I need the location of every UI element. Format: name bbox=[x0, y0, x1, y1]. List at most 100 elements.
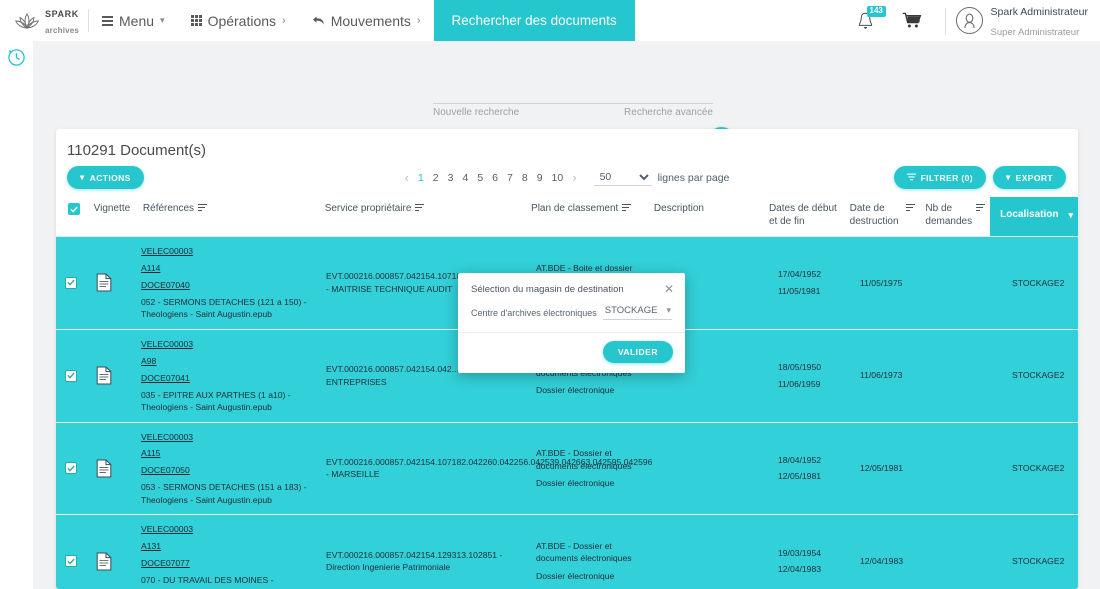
pagination-page-7[interactable]: 7 bbox=[507, 172, 513, 184]
column-header-references[interactable]: Références bbox=[138, 197, 320, 236]
column-header-localisation[interactable]: Localisation ▾ bbox=[990, 197, 1078, 236]
grid-icon bbox=[190, 15, 202, 26]
row-checkbox[interactable] bbox=[65, 462, 77, 475]
chevron-right-icon: › bbox=[282, 14, 286, 27]
nav-item-operations-label: Opérations bbox=[207, 12, 277, 29]
export-button-label: EXPORT bbox=[1015, 172, 1053, 183]
notification-count-badge: 143 bbox=[866, 6, 886, 17]
reference-link-3[interactable]: DOCE07077 bbox=[141, 557, 316, 569]
row-thumbnail-cell bbox=[86, 330, 136, 422]
history-button[interactable] bbox=[0, 41, 33, 74]
select-all-checkbox[interactable] bbox=[67, 203, 80, 215]
row-dates-cell: 18/05/1950 11/06/1959 bbox=[773, 330, 855, 422]
table-row[interactable]: VELEC00003 A131 DOCE07077 070 - DU TRAVA… bbox=[56, 515, 1078, 589]
row-destruction-cell: 12/04/1983 bbox=[860, 555, 904, 566]
pagination-page-10[interactable]: 10 bbox=[552, 172, 564, 184]
reference-link-3[interactable]: DOCE07041 bbox=[141, 372, 316, 384]
row-select-cell bbox=[56, 237, 86, 329]
reference-title: 035 - EPITRE AUX PARTHES (1 a10) - Theol… bbox=[141, 389, 291, 413]
pagination-page-8[interactable]: 8 bbox=[522, 172, 528, 184]
chevron-down-icon: ▾ bbox=[1068, 209, 1073, 220]
pagination-next[interactable]: › bbox=[572, 170, 576, 185]
date-debut: 18/04/1952 bbox=[778, 454, 822, 465]
row-plan-cell: AT.BDE - Dossier et documents électroniq… bbox=[531, 515, 656, 589]
nav-item-menu-label: Menu bbox=[119, 12, 155, 29]
actions-button-label: ACTIONS bbox=[89, 172, 131, 183]
user-profile-menu[interactable]: Spark Administrateur Super Administrateu… bbox=[955, 1, 1088, 41]
pagination-page-2[interactable]: 2 bbox=[433, 172, 439, 184]
history-clock-icon bbox=[8, 49, 25, 66]
row-localisation-cell: STOCKAGE2 bbox=[1012, 555, 1065, 566]
cart-icon bbox=[902, 12, 921, 28]
reference-link-1[interactable]: VELEC00003 bbox=[141, 431, 316, 443]
user-name: Spark Administrateur bbox=[990, 5, 1088, 18]
column-header-nb-demandes[interactable]: Nb de demandes bbox=[920, 197, 990, 236]
row-destruction-cell: 12/05/1981 bbox=[860, 463, 904, 474]
row-checkbox[interactable] bbox=[65, 369, 77, 382]
table-row[interactable]: VELEC00003 A115 DOCE07050 053 - SERMONS … bbox=[56, 422, 1078, 516]
pagination-page-9[interactable]: 9 bbox=[537, 172, 543, 184]
modal-field-label: Centre d'archives électroniques bbox=[471, 308, 597, 318]
nav-item-rechercher-documents[interactable]: Rechercher des documents bbox=[433, 0, 635, 41]
reference-link-1[interactable]: VELEC00003 bbox=[141, 338, 316, 350]
row-plan-cell: AT.BDE - Dossier et documents électroniq… bbox=[531, 423, 656, 515]
row-service-cell: EVT.000216.000857.042154.107182.042260.0… bbox=[326, 456, 653, 480]
lotus-logo-icon bbox=[14, 10, 40, 32]
nav-item-operations[interactable]: Opérations › bbox=[178, 0, 299, 41]
search-input[interactable] bbox=[433, 86, 713, 104]
row-nb-demandes-cell bbox=[932, 515, 1002, 589]
date-debut: 18/05/1950 bbox=[778, 362, 822, 373]
filter-button[interactable]: FILTRER (0) bbox=[893, 166, 986, 189]
left-rail bbox=[0, 41, 33, 589]
reference-link-3[interactable]: DOCE07040 bbox=[141, 279, 316, 291]
reference-link-2[interactable]: A114 bbox=[141, 262, 316, 274]
column-header-service[interactable]: Service propriétaire bbox=[320, 197, 526, 236]
sort-icon bbox=[906, 204, 916, 212]
row-references-cell: VELEC00003 A114 DOCE07040 052 - SERMONS … bbox=[136, 237, 321, 329]
pagination-prev[interactable]: ‹ bbox=[405, 170, 409, 185]
pagination-page-1[interactable]: 1 bbox=[418, 172, 424, 184]
column-header-plan[interactable]: Plan de classement bbox=[526, 197, 649, 236]
reference-link-2[interactable]: A131 bbox=[141, 540, 316, 552]
pagination-page-4[interactable]: 4 bbox=[462, 172, 468, 184]
row-nb-demandes-cell bbox=[932, 423, 1002, 515]
reference-link-1[interactable]: VELEC00003 bbox=[141, 523, 316, 535]
row-checkbox[interactable] bbox=[65, 555, 77, 568]
cart-button[interactable] bbox=[889, 0, 935, 41]
pagination-page-5[interactable]: 5 bbox=[477, 172, 483, 184]
actions-button[interactable]: ▾ ACTIONS bbox=[67, 166, 144, 189]
column-label-service: Service propriétaire bbox=[324, 203, 412, 214]
pagination-page-3[interactable]: 3 bbox=[448, 172, 454, 184]
reference-link-2[interactable]: A98 bbox=[141, 355, 316, 367]
document-icon bbox=[96, 366, 112, 385]
reference-link-3[interactable]: DOCE07050 bbox=[141, 464, 316, 476]
notifications-button[interactable]: 143 bbox=[843, 0, 889, 41]
per-page-label: lignes par page bbox=[657, 171, 730, 184]
nav-item-mouvements[interactable]: Mouvements › bbox=[299, 0, 434, 41]
brand-logo[interactable]: SPARK archives bbox=[0, 0, 88, 41]
row-checkbox[interactable] bbox=[65, 276, 77, 289]
modal-header: Sélection du magasin de destination ✕ bbox=[458, 273, 685, 303]
pagination-page-6[interactable]: 6 bbox=[492, 172, 498, 184]
per-page-group: 50 lignes par page bbox=[593, 169, 730, 186]
row-nb-demandes-cell bbox=[932, 330, 1002, 422]
column-header-destruction[interactable]: Date de destruction bbox=[845, 197, 921, 236]
column-label-nb-demandes: Nb de demandes bbox=[925, 203, 973, 227]
row-description-cell bbox=[656, 515, 773, 589]
storage-select[interactable]: STOCKAGE bbox=[602, 303, 672, 319]
column-header-dates: Dates de début et de fin bbox=[764, 197, 845, 236]
nav-item-rechercher-documents-label: Rechercher des documents bbox=[451, 13, 617, 28]
advanced-search-link[interactable]: Recherche avancée bbox=[624, 107, 713, 118]
close-icon[interactable]: ✕ bbox=[664, 283, 674, 295]
validate-button[interactable]: VALIDER bbox=[602, 341, 673, 363]
per-page-select[interactable]: 50 bbox=[593, 169, 652, 186]
reference-link-1[interactable]: VELEC00003 bbox=[141, 245, 316, 257]
filter-icon bbox=[906, 173, 916, 183]
new-search-link[interactable]: Nouvelle recherche bbox=[433, 107, 519, 118]
reference-title: 052 - SERMONS DETACHES (121 a 150) - The… bbox=[141, 296, 307, 320]
row-thumbnail-cell bbox=[86, 423, 136, 515]
nav-item-menu[interactable]: Menu ▾ bbox=[89, 0, 178, 41]
reference-link-2[interactable]: A115 bbox=[141, 447, 316, 459]
chevron-right-icon: › bbox=[416, 14, 421, 27]
export-button[interactable]: ▾ EXPORT bbox=[992, 166, 1066, 189]
